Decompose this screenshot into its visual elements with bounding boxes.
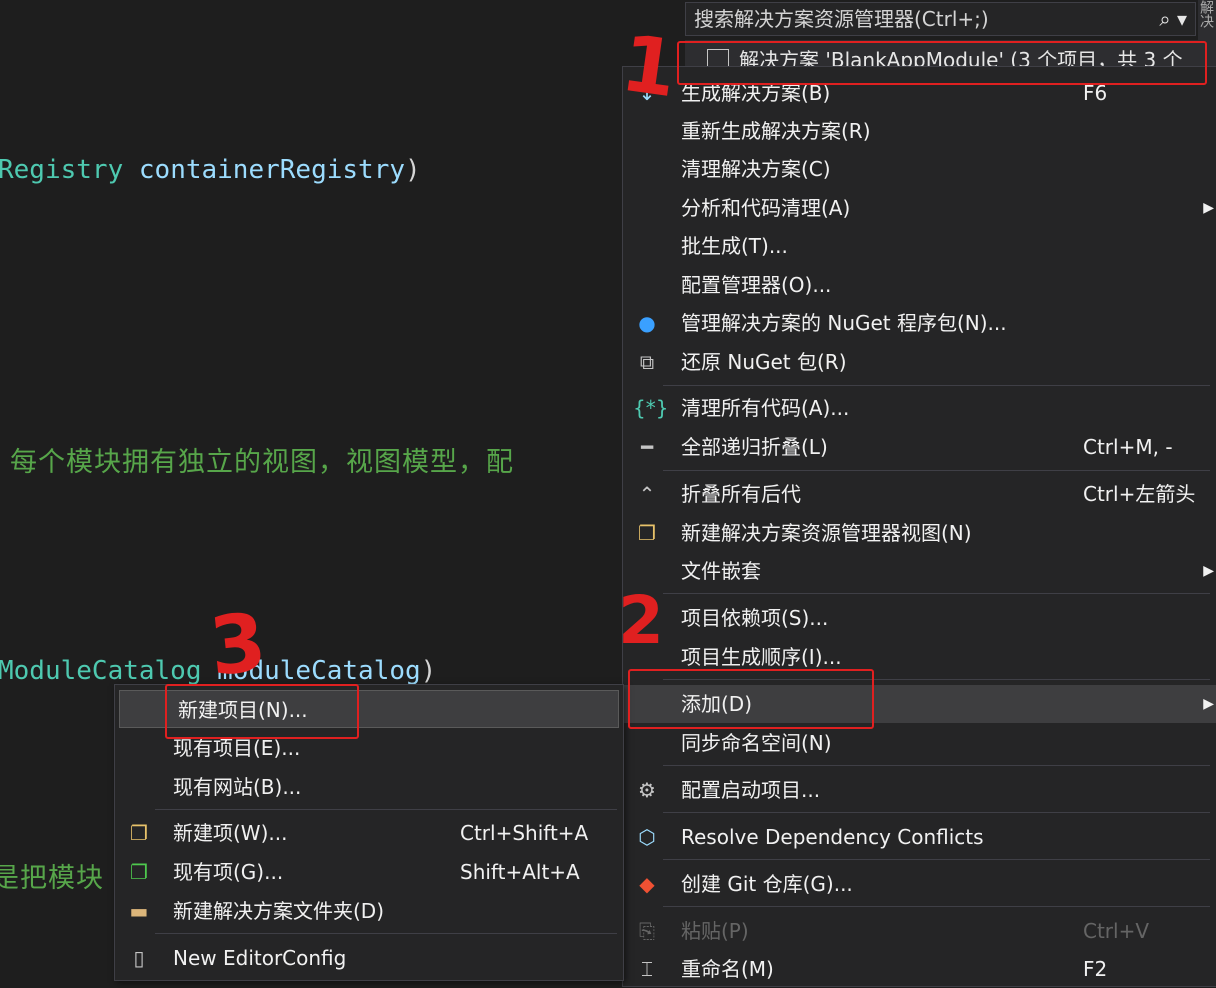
- menu-item-label: 全部递归折叠(L): [681, 435, 828, 459]
- menu-item-shortcut: Ctrl+Shift+A: [460, 821, 589, 845]
- annotation-box-add: [628, 669, 874, 729]
- menu-item-label: 现有项(G)...: [173, 860, 284, 884]
- menu-item-label: 还原 NuGet 包(R): [681, 350, 847, 374]
- menu-item-label: 批生成(T)...: [681, 234, 788, 258]
- paste-icon: ⎘: [639, 919, 655, 943]
- menu-item-collapse-recursive[interactable]: ━ 全部递归折叠(L) Ctrl+M, -: [623, 428, 1216, 466]
- solution-context-menu: ↓ 生成解决方案(B) F6 重新生成解决方案(R) 清理解决方案(C) 分析和…: [622, 66, 1216, 987]
- menu-item-label: 重新生成解决方案(R): [681, 119, 871, 143]
- chevron-right-icon: ▶: [1203, 696, 1214, 712]
- submenu-item-new-editorconfig[interactable]: ▯ New EditorConfig: [115, 939, 623, 977]
- menu-item-paste[interactable]: ⎘ 粘贴(P) Ctrl+V: [623, 912, 1216, 950]
- menu-item-label: 文件嵌套: [681, 559, 761, 583]
- solution-explorer-search-input[interactable]: 搜索解决方案资源管理器(Ctrl+;) ⌕ ▾: [685, 2, 1196, 36]
- menu-item-config-manager[interactable]: 配置管理器(O)...: [623, 266, 1216, 304]
- gear-icon: ⚙: [638, 778, 656, 802]
- menu-item-manage-nuget[interactable]: ● 管理解决方案的 NuGet 程序包(N)...: [623, 304, 1216, 342]
- menu-separator: [663, 593, 1210, 594]
- menu-item-label: New EditorConfig: [173, 946, 347, 970]
- menu-item-label: 新建项(W)...: [173, 821, 288, 845]
- menu-item-label: Resolve Dependency Conflicts: [681, 825, 984, 849]
- menu-item-label: 管理解决方案的 NuGet 程序包(N)...: [681, 311, 1007, 335]
- dependency-icon: ⬡: [638, 825, 656, 849]
- code-punct: ): [420, 656, 437, 686]
- submenu-item-new-item[interactable]: ❐ 新建项(W)... Ctrl+Shift+A: [115, 814, 623, 852]
- menu-item-label: 新建解决方案文件夹(D): [173, 899, 385, 923]
- submenu-item-existing-item[interactable]: ❐ 现有项(G)... Shift+Alt+A: [115, 853, 623, 891]
- search-icon[interactable]: ⌕ ▾: [1159, 3, 1187, 35]
- menu-separator: [663, 906, 1210, 907]
- collapse-icon: ━: [640, 435, 654, 459]
- search-placeholder: 搜索解决方案资源管理器(Ctrl+;): [694, 7, 989, 31]
- code-punct: ): [405, 155, 421, 185]
- menu-item-create-git-repo[interactable]: ◆ 创建 Git 仓库(G)...: [623, 865, 1216, 903]
- annotation-number-2: 2: [618, 582, 664, 659]
- restore-icon: ⧉: [639, 350, 655, 374]
- menu-item-label: 项目依赖项(S)...: [681, 606, 829, 630]
- menu-item-shortcut: Ctrl+V: [1083, 919, 1150, 943]
- existing-item-icon: ❐: [130, 860, 148, 884]
- rename-icon: ⌶: [641, 957, 653, 981]
- menu-item-label: 分析和代码清理(A): [681, 196, 851, 220]
- side-tab[interactable]: 解决方: [1198, 0, 1216, 40]
- menu-item-new-explorer-view[interactable]: ❐ 新建解决方案资源管理器视图(N): [623, 514, 1216, 552]
- menu-item-rename[interactable]: ⌶ 重命名(M) F2: [623, 950, 1216, 988]
- menu-item-startup-projects[interactable]: ⚙ 配置启动项目...: [623, 771, 1216, 809]
- menu-item-shortcut: Ctrl+左箭头: [1083, 482, 1196, 506]
- menu-item-shortcut: Shift+Alt+A: [460, 860, 580, 884]
- menu-item-label: 折叠所有后代: [681, 482, 801, 506]
- menu-item-label: 清理所有代码(A)...: [681, 396, 850, 420]
- chevron-up-icon: ⌃: [638, 482, 656, 506]
- menu-separator: [155, 809, 617, 810]
- menu-item-rebuild-solution[interactable]: 重新生成解决方案(R): [623, 112, 1216, 150]
- menu-item-project-dependencies[interactable]: 项目依赖项(S)...: [623, 599, 1216, 637]
- chevron-right-icon: ▶: [1203, 200, 1214, 216]
- code-type: Registry: [0, 155, 124, 185]
- menu-separator: [663, 812, 1210, 813]
- code-comment-2: 是把模块: [0, 863, 104, 894]
- menu-item-label: 创建 Git 仓库(G)...: [681, 872, 853, 896]
- nuget-icon: ●: [638, 311, 656, 335]
- menu-item-label: 现有网站(B)...: [173, 775, 302, 799]
- menu-item-label: 同步命名空间(N): [681, 731, 832, 755]
- menu-item-clean-solution[interactable]: 清理解决方案(C): [623, 150, 1216, 188]
- menu-item-label: 新建解决方案资源管理器视图(N): [681, 521, 972, 545]
- menu-separator: [663, 859, 1210, 860]
- new-item-icon: ❐: [130, 821, 148, 845]
- annotation-box-new-project: [165, 684, 359, 739]
- code-comment-1: 每个模块拥有独立的视图，视图模型，配: [10, 447, 514, 478]
- menu-separator: [663, 470, 1210, 471]
- menu-item-batch-build[interactable]: 批生成(T)...: [623, 227, 1216, 265]
- menu-item-shortcut: Ctrl+M, -: [1083, 435, 1173, 459]
- code-line-1: Registry containerRegistry): [0, 153, 421, 187]
- menu-item-label: 配置管理器(O)...: [681, 273, 832, 297]
- menu-separator: [155, 933, 617, 934]
- menu-separator: [663, 765, 1210, 766]
- chevron-right-icon: ▶: [1203, 563, 1214, 579]
- menu-item-label: 配置启动项目...: [681, 778, 821, 802]
- code-cleanup-icon: {*}: [633, 396, 669, 420]
- git-icon: ◆: [639, 872, 655, 896]
- new-folder-icon: ▬: [129, 899, 149, 923]
- submenu-item-existing-website[interactable]: 现有网站(B)...: [115, 768, 623, 806]
- code-variable: containerRegistry: [138, 155, 405, 185]
- submenu-item-new-solution-folder[interactable]: ▬ 新建解决方案文件夹(D): [115, 892, 623, 930]
- menu-item-clean-code[interactable]: {*} 清理所有代码(A)...: [623, 389, 1216, 427]
- menu-item-shortcut: F2: [1083, 957, 1108, 981]
- annotation-box-solution: [677, 41, 1207, 85]
- file-icon: ▯: [133, 946, 145, 970]
- menu-item-restore-nuget[interactable]: ⧉ 还原 NuGet 包(R): [623, 343, 1216, 381]
- menu-item-label: 清理解决方案(C): [681, 157, 831, 181]
- menu-item-analyze[interactable]: 分析和代码清理(A) ▶: [623, 189, 1216, 227]
- menu-item-label: 粘贴(P): [681, 919, 749, 943]
- annotation-number-3: 3: [205, 595, 271, 694]
- menu-item-file-nesting[interactable]: 文件嵌套 ▶: [623, 552, 1216, 590]
- menu-item-resolve-conflicts[interactable]: ⬡ Resolve Dependency Conflicts: [623, 818, 1216, 856]
- menu-item-sync-namespaces[interactable]: 同步命名空间(N): [623, 724, 1216, 762]
- new-view-icon: ❐: [638, 521, 656, 545]
- menu-item-label: 重命名(M): [681, 957, 774, 981]
- menu-item-collapse-descendants[interactable]: ⌃ 折叠所有后代 Ctrl+左箭头: [623, 475, 1216, 513]
- code-type: ModuleCatalog: [0, 656, 202, 686]
- menu-separator: [663, 385, 1210, 386]
